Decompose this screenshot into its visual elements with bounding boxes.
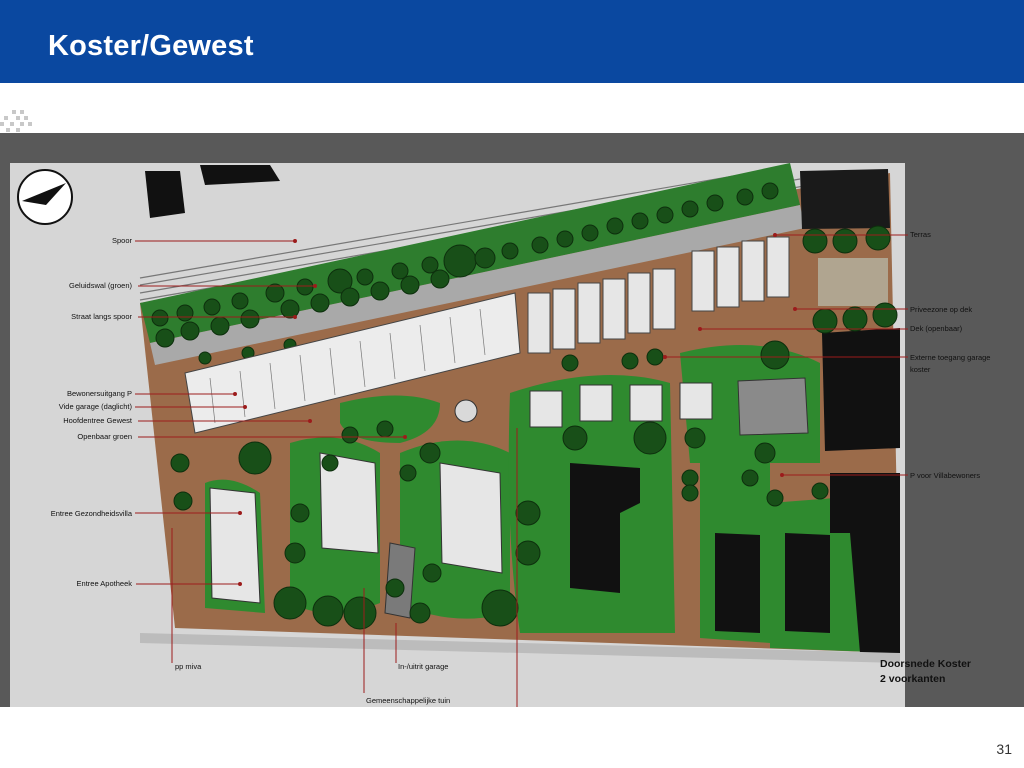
apartment-block bbox=[439, 462, 503, 574]
label-geluidswal: Geluidswal (groen) bbox=[69, 281, 132, 290]
terrace-area bbox=[818, 258, 888, 306]
page-number: 31 bbox=[996, 741, 1012, 757]
label-spoor: Spoor bbox=[112, 236, 133, 245]
site-plan: Spoor Geluidswal (groen) Straat langs sp… bbox=[10, 163, 990, 707]
caption-line-2: 2 voorkanten bbox=[880, 673, 945, 685]
label-p-villabewoners: P voor Villabewoners bbox=[910, 471, 980, 480]
slide-header: Koster/Gewest bbox=[0, 0, 1024, 83]
label-entree-apotheek: Entree Apotheek bbox=[77, 579, 133, 588]
label-openbaar-groen: Openbaar groen bbox=[77, 432, 132, 441]
label-externe-toegang: Externe toegang garage bbox=[910, 353, 990, 362]
north-arrow-icon bbox=[17, 169, 73, 225]
caption-line-1: Doorsnede Koster bbox=[880, 658, 971, 670]
dark-building bbox=[800, 169, 890, 229]
round-pavilion bbox=[454, 399, 478, 423]
rail-building bbox=[145, 171, 185, 218]
label-priveezone: Priveezone op dek bbox=[910, 305, 972, 314]
label-bewonersuitgang: Bewonersuitgang P bbox=[67, 389, 132, 398]
grey-villa bbox=[737, 377, 809, 436]
site-plan-panel: Spoor Geluidswal (groen) Straat langs sp… bbox=[0, 133, 1024, 707]
health-villa bbox=[209, 487, 261, 604]
pixel-decoration bbox=[0, 110, 32, 132]
label-terras: Terras bbox=[910, 230, 931, 239]
label-entree-villa: Entree Gezondheidsvilla bbox=[51, 509, 133, 518]
label-pp-miva: pp miva bbox=[175, 662, 202, 671]
label-dek: Dek (openbaar) bbox=[910, 324, 963, 333]
label-gemeenschappelijke-tuin: Gemeenschappelijke tuin bbox=[366, 696, 450, 705]
label-vide-garage: Vide garage (daglicht) bbox=[59, 402, 133, 411]
slide-title: Koster/Gewest bbox=[48, 30, 254, 62]
label-externe-toegang-koster: koster bbox=[910, 365, 931, 374]
label-straat: Straat langs spoor bbox=[71, 312, 132, 321]
label-in-uitrit-garage: In-/uitrit garage bbox=[398, 662, 448, 671]
label-hoofdentree: Hoofdentree Gewest bbox=[63, 416, 133, 425]
